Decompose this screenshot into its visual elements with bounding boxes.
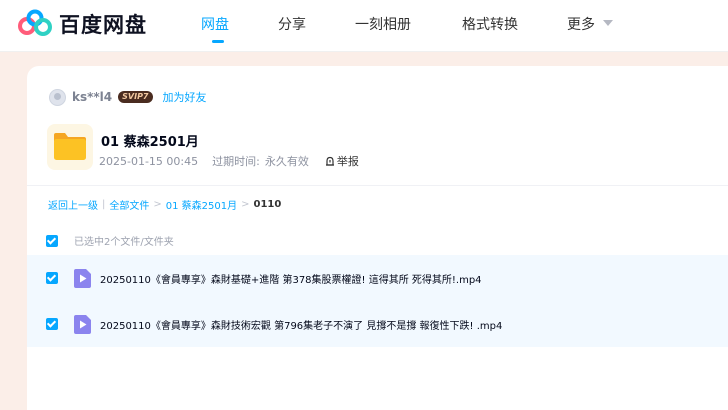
- video-file-icon: [74, 268, 91, 288]
- cloud-logo-icon: [18, 9, 52, 36]
- folder-icon: [54, 133, 86, 160]
- top-navigation-bar: 百度网盘 网盘 分享 一刻相册 格式转换 更多: [0, 0, 728, 52]
- nav-item-album[interactable]: 一刻相册: [355, 14, 411, 34]
- share-meta: 2025-01-15 00:45 过期时间: 永久有效 举报: [99, 153, 359, 169]
- expire-value: 永久有效: [264, 155, 309, 168]
- add-friend-link[interactable]: 加为好友: [163, 89, 207, 105]
- file-checkbox[interactable]: [46, 272, 58, 284]
- report-button[interactable]: 举报: [325, 153, 359, 169]
- breadcrumb-separator: >: [153, 199, 162, 210]
- file-checkbox[interactable]: [46, 318, 58, 330]
- selection-summary: 已选中2个文件/文件夹: [74, 237, 174, 248]
- chevron-down-icon: [603, 20, 613, 26]
- expire-label: 过期时间:: [212, 155, 260, 168]
- file-row[interactable]: 20250110《會員專享》森財技術宏觀 第796集老子不演了 見撐不是撐 報復…: [27, 301, 728, 347]
- nav-more-label: 更多: [567, 17, 595, 33]
- nav-item-more[interactable]: 更多: [567, 14, 613, 34]
- nav-item-format-convert[interactable]: 格式转换: [462, 14, 518, 34]
- breadcrumb-current: 0110: [253, 199, 282, 210]
- avatar[interactable]: [49, 88, 66, 106]
- share-content-card: ks**l4 SVIP7 加为好友 01 蔡森2501月 2025-01-15 …: [27, 66, 728, 410]
- svip-badge: SVIP7: [118, 91, 153, 103]
- select-all-row: 已选中2个文件/文件夹: [46, 233, 174, 248]
- select-all-checkbox[interactable]: [46, 234, 58, 247]
- back-link[interactable]: 返回上一级: [48, 197, 98, 212]
- sharer-username[interactable]: ks**l4: [72, 90, 112, 104]
- breadcrumb-all-files[interactable]: 全部文件: [109, 197, 149, 212]
- share-date: 2025-01-15 00:45: [99, 154, 199, 168]
- shared-folder-title: 01 蔡森2501月: [101, 135, 199, 150]
- nav-item-netdisk[interactable]: 网盘: [201, 14, 229, 34]
- nav-active-indicator: [212, 40, 224, 43]
- breadcrumb: 返回上一级 | 全部文件 > 01 蔡森2501月 > 0110: [48, 197, 281, 212]
- app-name: 百度网盘: [59, 13, 147, 37]
- report-label: 举报: [336, 155, 359, 168]
- file-name[interactable]: 20250110《會員專享》森財基礎+進階 第378集股票權證! 這得其所 死得…: [100, 271, 482, 286]
- baidu-netdisk-logo[interactable]: 百度网盘: [17, 8, 147, 40]
- file-name[interactable]: 20250110《會員專享》森財技術宏觀 第796集老子不演了 見撐不是撐 報復…: [100, 317, 502, 332]
- video-file-icon: [74, 314, 91, 334]
- file-row[interactable]: 20250110《會員專享》森財基礎+進階 第378集股票權證! 這得其所 死得…: [27, 255, 728, 301]
- breadcrumb-separator: >: [241, 199, 250, 210]
- folder-thumbnail: [47, 124, 93, 170]
- report-icon: [325, 156, 334, 166]
- section-divider: [27, 185, 728, 186]
- breadcrumb-folder[interactable]: 01 蔡森2501月: [166, 197, 237, 212]
- breadcrumb-pipe: |: [102, 199, 106, 210]
- sharer-info: ks**l4 SVIP7 加为好友: [49, 88, 207, 106]
- nav-item-share[interactable]: 分享: [278, 14, 306, 34]
